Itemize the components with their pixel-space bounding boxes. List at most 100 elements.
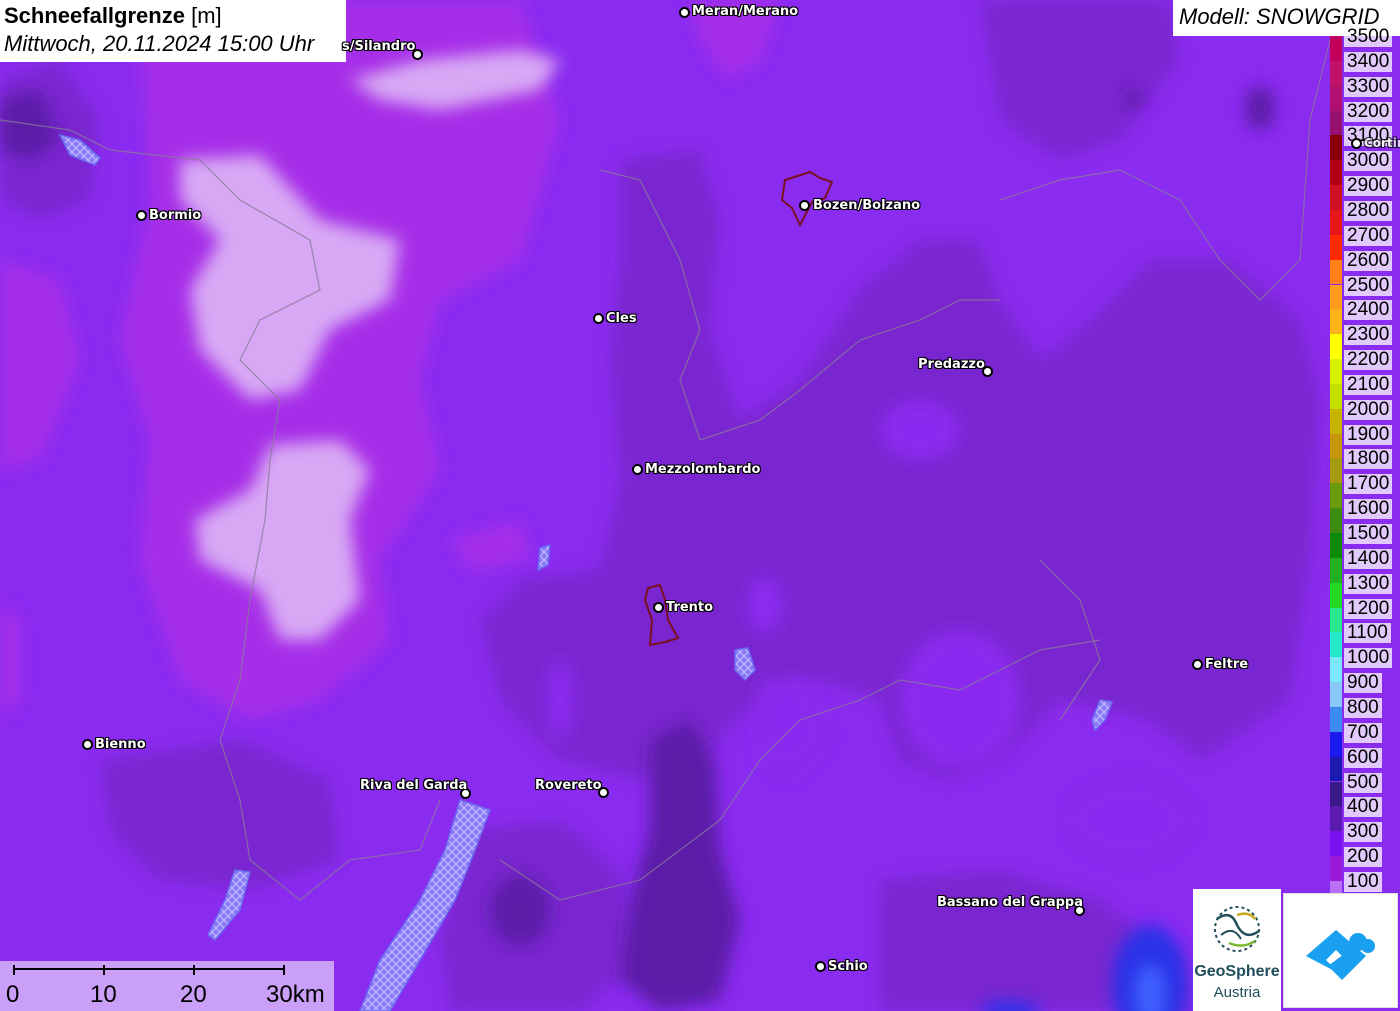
legend-row: 1400	[1328, 546, 1400, 583]
legend-row: 3200	[1328, 99, 1400, 136]
city-marker-icon[interactable]	[815, 961, 826, 972]
legend-label: 1500	[1344, 524, 1393, 544]
legend-label: 2700	[1344, 225, 1393, 246]
scale-tick-10: 10	[90, 981, 117, 1008]
scale-tick-30: 30km	[266, 981, 325, 1008]
legend-label: 2200	[1344, 350, 1393, 371]
city-marker-icon[interactable]	[632, 464, 643, 475]
city-marker-icon[interactable]	[82, 739, 93, 750]
legend-row: 600	[1328, 745, 1400, 782]
city-marker-icon[interactable]	[1192, 659, 1203, 670]
legend-row: 2100	[1328, 372, 1400, 409]
city-marker-icon[interactable]	[799, 200, 810, 211]
legend-row: 1900	[1328, 422, 1400, 459]
city-label[interactable]: Trento	[666, 600, 713, 615]
city-label[interactable]: Bassano del Grappa	[937, 895, 1083, 910]
map-title: Schneefallgrenze [m]	[4, 2, 346, 30]
weather-app-icon	[1306, 930, 1375, 980]
legend-label: 3200	[1344, 101, 1393, 122]
city-marker-icon[interactable]	[653, 602, 664, 613]
city-label[interactable]: Cortin	[1364, 136, 1400, 150]
legend-label: 3400	[1344, 51, 1393, 72]
legend-row: 3000	[1328, 148, 1400, 186]
city-label[interactable]: Mezzolombardo	[645, 462, 760, 477]
legend-row: 200	[1328, 844, 1400, 881]
legend-row: 3500	[1328, 24, 1400, 61]
legend-row: 2200	[1328, 347, 1400, 384]
city-marker-icon[interactable]	[136, 210, 147, 221]
title-unit: [m]	[191, 3, 222, 28]
legend-row: 1600	[1328, 496, 1400, 533]
legend-label: 1900	[1344, 424, 1393, 445]
legend-label: 700	[1344, 722, 1382, 743]
legend-label: 2000	[1344, 399, 1393, 420]
city-label[interactable]: Rovereto	[535, 778, 602, 793]
city-label[interactable]: Cles	[606, 311, 637, 326]
legend-row: 3400	[1328, 49, 1400, 86]
geosphere-country: Austria	[1213, 984, 1261, 1001]
legend-label: 600	[1344, 747, 1382, 768]
legend-label: 2100	[1344, 374, 1393, 395]
app-logo[interactable]	[1283, 893, 1398, 1008]
legend-label: 900	[1344, 673, 1382, 694]
legend-label: 500	[1344, 772, 1382, 793]
legend-row: 2400	[1328, 297, 1400, 335]
legend-label: 1300	[1344, 573, 1393, 594]
scale-tick-20: 20	[180, 981, 207, 1008]
legend-label: 1700	[1344, 474, 1393, 495]
legend-label: 3300	[1344, 76, 1393, 97]
legend-row: 1100	[1328, 620, 1400, 658]
legend-label: 3500	[1344, 27, 1393, 47]
snowfall-line-map[interactable]	[0, 0, 1400, 1011]
geosphere-logo[interactable]: GeoSphere Austria	[1193, 889, 1281, 1011]
city-label[interactable]: Riva del Garda	[360, 778, 467, 793]
legend-label: 400	[1344, 797, 1382, 818]
map-datetime: Mittwoch, 20.11.2024 15:00 Uhr	[4, 31, 315, 56]
legend-row: 2500	[1328, 273, 1400, 310]
legend-row: 1000	[1328, 645, 1400, 683]
scale-tick-0: 0	[6, 981, 20, 1008]
legend-label: 1000	[1344, 648, 1393, 669]
legend-row: 1300	[1328, 571, 1400, 608]
legend-row: 1500	[1328, 521, 1400, 558]
geosphere-name: GeoSphere	[1194, 963, 1280, 980]
legend-row: 2900	[1328, 173, 1400, 210]
city-marker-icon[interactable]	[1351, 138, 1362, 149]
city-label[interactable]: Feltre	[1205, 657, 1248, 672]
legend-label: 1600	[1344, 499, 1393, 520]
legend-row: 900	[1328, 670, 1400, 707]
legend-row: 800	[1328, 695, 1400, 732]
city-label[interactable]: Bienno	[95, 737, 146, 752]
city-marker-icon[interactable]	[679, 7, 690, 18]
legend-row: 3300	[1328, 74, 1400, 111]
legend-row: 2800	[1328, 198, 1400, 235]
legend-row: 2000	[1328, 397, 1400, 434]
legend-label: 200	[1344, 847, 1382, 868]
legend-label: 2600	[1344, 250, 1393, 271]
city-label[interactable]: Meran/Merano	[692, 4, 798, 19]
geosphere-emblem-icon	[1214, 906, 1260, 952]
legend-row: 2700	[1328, 223, 1400, 260]
legend-row: 2300	[1328, 322, 1400, 360]
legend-row: 1800	[1328, 446, 1400, 484]
city-label[interactable]: Schio	[828, 959, 868, 974]
legend-row: 1200	[1328, 596, 1400, 633]
legend-label: 100	[1344, 871, 1382, 892]
legend-label: 2400	[1344, 300, 1393, 321]
city-label[interactable]: Bormio	[149, 208, 201, 223]
legend-label: 800	[1344, 697, 1382, 718]
legend-label: 1400	[1344, 548, 1393, 569]
city-label[interactable]: Bozen/Bolzano	[813, 198, 920, 213]
city-label[interactable]: s/Silandro	[342, 39, 415, 54]
map-title-box: Schneefallgrenze [m] Mittwoch, 20.11.202…	[0, 0, 346, 62]
legend-row: 1700	[1328, 471, 1400, 509]
city-marker-icon[interactable]	[593, 313, 604, 324]
color-legend: 3500 3400 3300 3200 3100 3000 2900 2800 2700 2600…	[1328, 27, 1400, 906]
legend-row: 300	[1328, 819, 1400, 857]
scale-bar: 0 10 20 30km	[0, 961, 334, 1011]
legend-row: 2600	[1328, 248, 1400, 285]
legend-label: 1100	[1344, 623, 1391, 644]
city-label[interactable]: Predazzo	[918, 357, 985, 372]
title-text: Schneefallgrenze	[4, 3, 185, 28]
legend-row: 400	[1328, 794, 1400, 832]
